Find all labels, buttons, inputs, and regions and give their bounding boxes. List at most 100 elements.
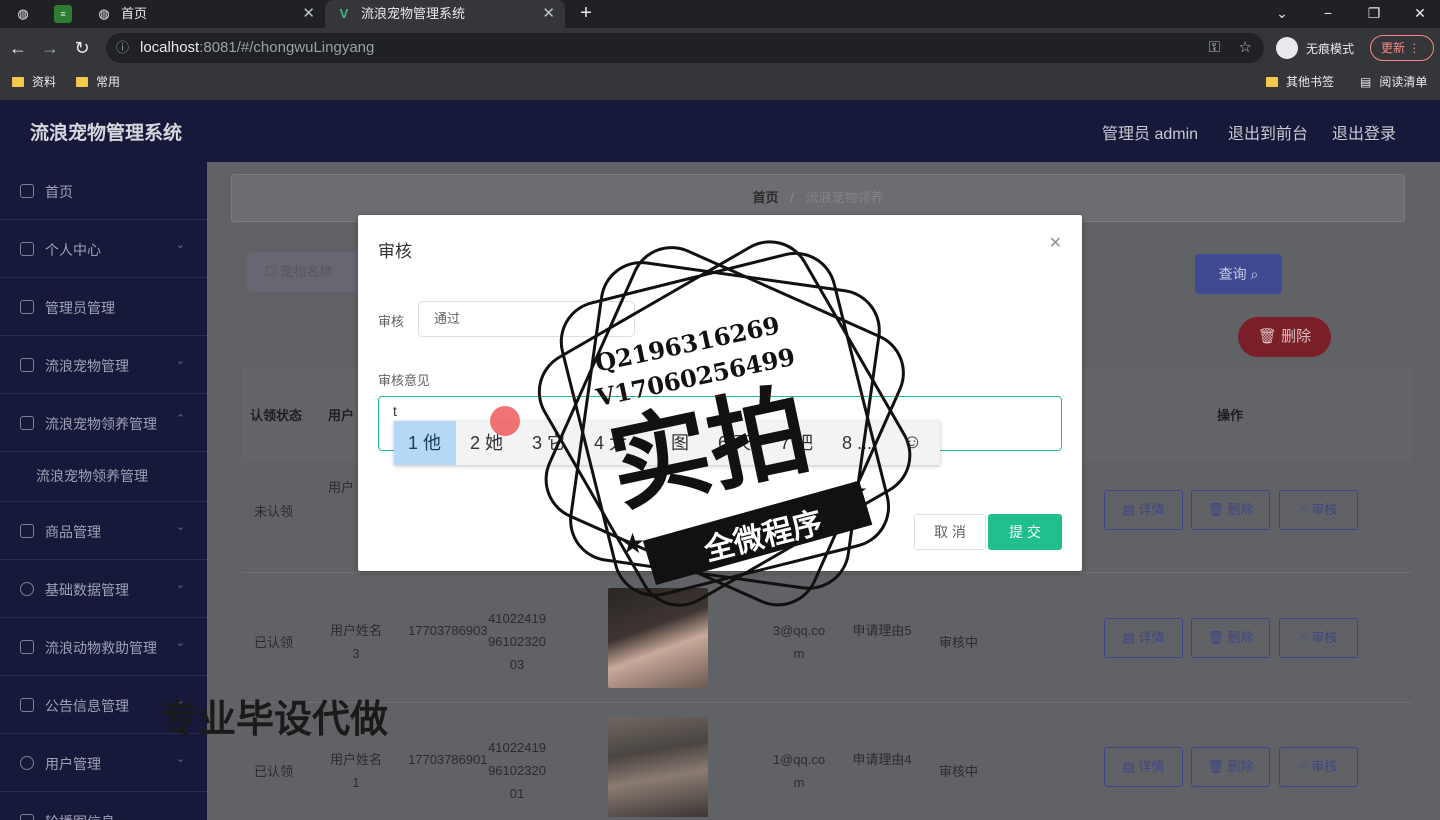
close-tab-icon[interactable]: ✕	[302, 0, 315, 28]
chevron-down-icon: ⌄	[175, 753, 185, 765]
globe-icon[interactable]: ◍	[14, 5, 32, 23]
sidebar-item-home[interactable]: 首页	[0, 162, 207, 220]
ime-candidate[interactable]: 6 天	[704, 421, 751, 465]
folder-icon	[76, 77, 88, 87]
ime-candidate[interactable]: 8 ...	[828, 421, 872, 465]
chevron-down-icon: ⌄	[614, 313, 624, 325]
incognito-icon	[1276, 37, 1298, 59]
list-icon	[20, 300, 34, 314]
sidebar-item-rescue[interactable]: 流浪动物救助管理 ⌄	[0, 618, 207, 676]
address-bar-row: ← → ↻ ⓘ localhost:8081/#/chongwuLingyang…	[0, 28, 1440, 70]
globe-icon: ◍	[98, 6, 110, 21]
bookmark-folder[interactable]: 资料	[12, 70, 56, 94]
sidebar-subitem-adoption[interactable]: 流浪宠物领养管理	[0, 452, 207, 502]
tab-search-icon[interactable]: ⌄	[1272, 0, 1292, 26]
review-select[interactable]: 通过 ⌄	[418, 301, 635, 337]
table-row: 已认领 用户姓名3 17703786903 410224199610232003…	[242, 574, 1412, 703]
chevron-down-icon: ⌄	[175, 637, 185, 649]
admin-label: 管理员 admin	[1102, 126, 1199, 143]
sidebar-item-profile[interactable]: 个人中心 ⌄	[0, 220, 207, 278]
ime-candidate[interactable]: 3 它	[518, 421, 565, 465]
sidebar-item-carousel[interactable]: 轮播图信息	[0, 792, 207, 820]
dialog-title: 审核	[378, 242, 412, 261]
pet-photo	[608, 588, 708, 688]
tab-home[interactable]: ◍ 首页 ✕	[85, 0, 325, 28]
vue-icon: V	[339, 6, 349, 21]
bookmarks-bar: 资料 常用 其他书签 ▤ 阅读清单	[0, 70, 1440, 100]
ime-candidate[interactable]: 1 他	[394, 421, 456, 465]
table-row: 已认领 用户姓名1 17703786901 410224199610232001…	[242, 703, 1412, 820]
search-icon: ⌕	[1250, 266, 1259, 282]
batch-delete-button[interactable]: 🗑 删除	[1238, 317, 1331, 357]
close-tab-icon[interactable]: ✕	[542, 0, 555, 28]
sidebar-item-pets[interactable]: 流浪宠物管理 ⌄	[0, 336, 207, 394]
minimize-button[interactable]: −	[1318, 0, 1338, 26]
sidebar-item-adoption[interactable]: 流浪宠物领养管理 ⌃	[0, 394, 207, 452]
forward-icon[interactable]: →	[38, 36, 62, 60]
to-frontend-link[interactable]: 退出到前台	[1228, 120, 1308, 144]
brand-title: 流浪宠物管理系统	[30, 123, 183, 144]
mail-icon	[20, 698, 34, 712]
tab-pet-system[interactable]: V 流浪宠物管理系统 ✕	[325, 0, 565, 28]
reading-list-icon: ▤	[1360, 75, 1372, 89]
reload-icon[interactable]: ↻	[70, 36, 94, 60]
reading-list[interactable]: ▤ 阅读清单	[1360, 70, 1427, 94]
frame-icon	[20, 358, 34, 372]
detail-button[interactable]: ▤ 详情	[1104, 618, 1183, 658]
star-icon[interactable]: ☆	[1239, 33, 1252, 63]
ime-candidate-bar: 1 他 2 她 3 它 4 太 5 图 6 天 7 吧 8 ... ☺	[394, 421, 940, 465]
user-icon	[20, 242, 34, 256]
chevron-down-icon: ⌄	[175, 239, 185, 251]
detail-button[interactable]: ▤ 详情	[1104, 747, 1183, 787]
cancel-button[interactable]: 取 消	[914, 514, 986, 550]
close-window-button[interactable]: ✕	[1410, 0, 1430, 26]
close-icon[interactable]: ✕	[1049, 233, 1062, 253]
delete-button[interactable]: 🗑 删除	[1191, 618, 1270, 658]
key-icon[interactable]: ⚿	[1209, 33, 1220, 63]
back-icon[interactable]: ←	[6, 36, 30, 60]
search-field-icon: ☐	[265, 264, 281, 279]
image-icon	[20, 814, 34, 820]
folder-icon	[12, 77, 24, 87]
query-button[interactable]: 查询 ⌕	[1195, 254, 1282, 294]
info-icon[interactable]: ⓘ	[116, 33, 129, 63]
trash-icon: 🗑	[1257, 328, 1277, 345]
folder-icon	[1266, 77, 1278, 87]
chevron-down-icon: ⌄	[175, 355, 185, 367]
ime-candidate[interactable]: 5 图	[642, 421, 689, 465]
ime-candidate[interactable]: 7 吧	[766, 421, 813, 465]
url-field[interactable]: ⓘ localhost:8081/#/chongwuLingyang ⚿ ☆	[106, 33, 1264, 63]
app-icon[interactable]: ≡	[54, 5, 72, 23]
review-button[interactable]: ☝ 审核	[1279, 747, 1358, 787]
delete-button[interactable]: 🗑 删除	[1191, 490, 1270, 530]
update-button[interactable]: 更新 ⋮	[1370, 35, 1434, 61]
review-button[interactable]: ☝ 审核	[1279, 618, 1358, 658]
bookmark-folder[interactable]: 常用	[76, 70, 120, 94]
home-icon	[20, 184, 34, 198]
bookmark-folder[interactable]: 其他书签	[1266, 70, 1334, 94]
review-button[interactable]: ☝ 审核	[1279, 490, 1358, 530]
submit-button[interactable]: 提 交	[988, 514, 1062, 550]
chevron-down-icon: ⌄	[175, 579, 185, 591]
delete-button[interactable]: 🗑 删除	[1191, 747, 1270, 787]
emoji-icon[interactable]: ☺	[902, 431, 922, 454]
logout-link[interactable]: 退出登录	[1332, 120, 1396, 144]
grid-icon	[20, 524, 34, 538]
sidebar-item-goods[interactable]: 商品管理 ⌄	[0, 502, 207, 560]
opinion-label: 审核意见	[378, 373, 431, 388]
maximize-button[interactable]: ❐	[1364, 0, 1384, 26]
breadcrumb-current: 流浪宠物领养	[805, 190, 884, 205]
sidebar-item-admins[interactable]: 管理员管理	[0, 278, 207, 336]
review-label: 审核	[378, 314, 405, 329]
new-tab-button[interactable]: +	[576, 0, 596, 26]
mic-icon	[20, 756, 34, 770]
check-box-icon	[20, 640, 34, 654]
review-dialog: 审核 ✕ 审核 通过 ⌄ 审核意见 t 1 他 2 她 3 它 4 太 5 图 …	[358, 215, 1082, 571]
detail-button[interactable]: ▤ 详情	[1104, 490, 1183, 530]
compass-icon	[20, 582, 34, 596]
sidebar-item-basedata[interactable]: 基础数据管理 ⌄	[0, 560, 207, 618]
chevron-down-icon: ⌄	[175, 521, 185, 533]
ime-candidate[interactable]: 4 太	[580, 421, 627, 465]
pet-photo	[608, 717, 708, 817]
breadcrumb-home[interactable]: 首页	[753, 190, 779, 205]
